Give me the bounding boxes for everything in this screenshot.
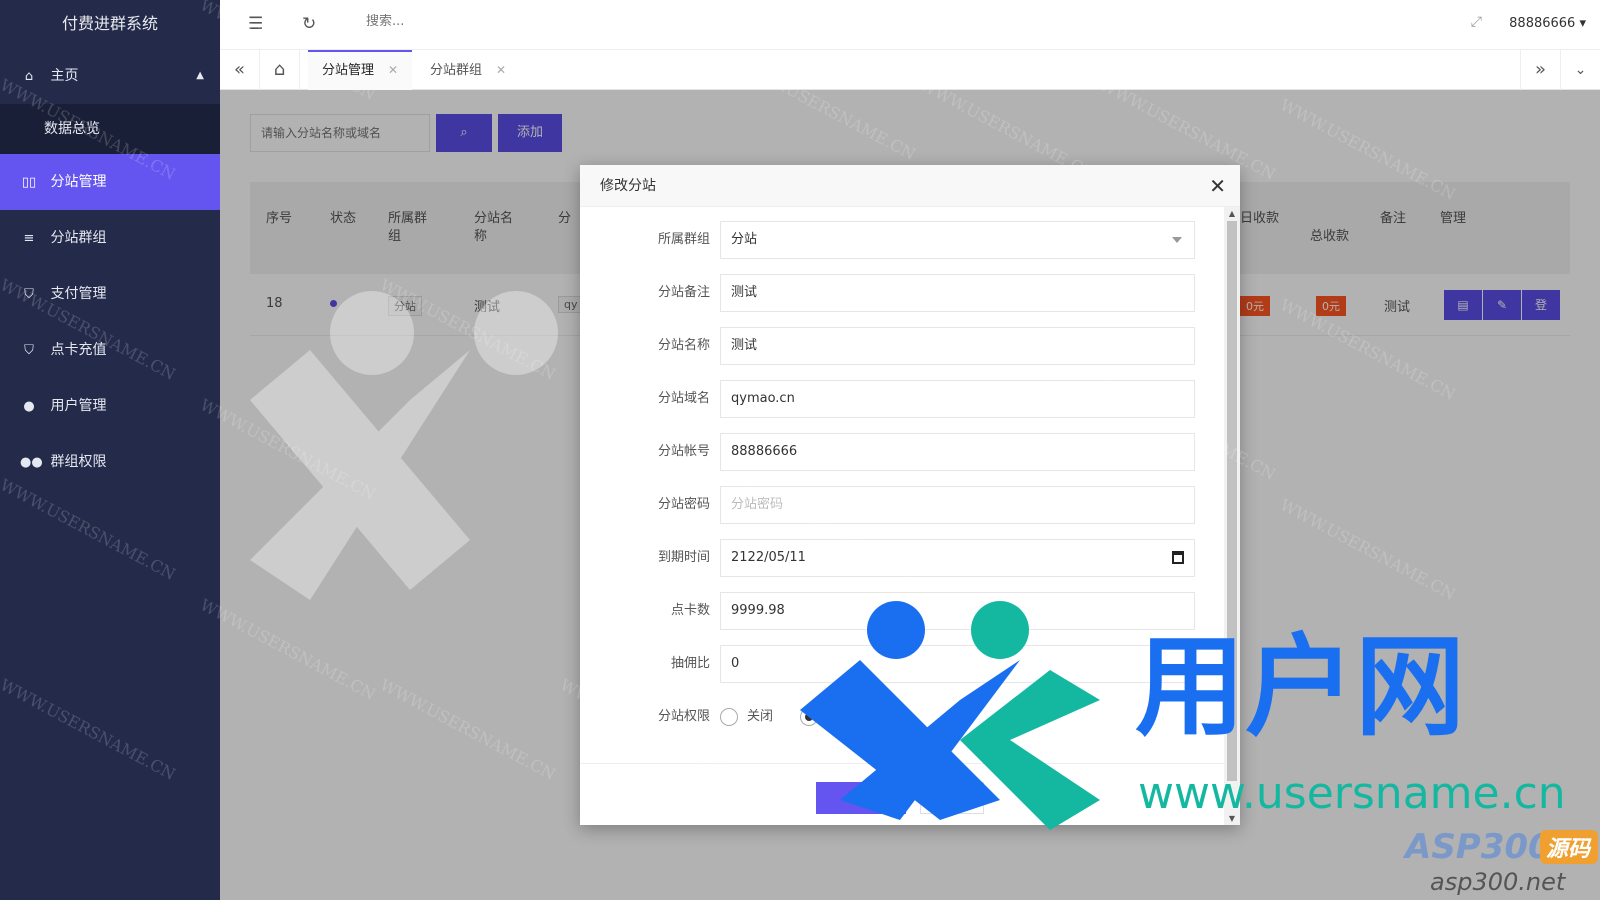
label-points: 点卡数 — [670, 603, 710, 618]
modal-body: 所属群组 分站 分站备注 测试 分站名称 测试 分站域名 qymao.cn 分站… — [580, 207, 1224, 763]
menu-toggle-icon[interactable]: ☰ — [248, 14, 263, 34]
form-row-permission: 分站权限 关闭 开启 — [580, 698, 1220, 736]
app-title: 付费进群系统 — [61, 14, 158, 33]
label-remark: 分站备注 — [657, 285, 710, 300]
label-expiry: 到期时间 — [657, 550, 710, 565]
sidebar-item-label: 分站管理 — [50, 174, 107, 190]
label-group: 所属群组 — [657, 232, 710, 247]
close-icon[interactable]: ✕ — [1209, 165, 1226, 207]
home-tab-icon[interactable]: ⌂ — [260, 50, 300, 90]
permission-off-label[interactable]: 关闭 — [747, 698, 773, 736]
label-domain: 分站域名 — [657, 391, 710, 406]
shield-icon: ⛉ — [24, 287, 34, 302]
tab-bar: « ⌂ 分站管理 ✕ 分站群组 ✕ » ⌄ — [220, 50, 1600, 90]
cancel-button[interactable] — [920, 782, 984, 814]
domain-input[interactable]: qymao.cn — [720, 380, 1195, 418]
modal-header: 修改分站 ✕ — [580, 165, 1240, 207]
user-menu[interactable]: 88886666 ▾ — [1509, 16, 1586, 31]
group-select[interactable]: 分站 — [720, 221, 1195, 259]
sidebar-item-payment[interactable]: ⛉ 支付管理 — [0, 266, 220, 322]
users-icon: ●● — [20, 455, 43, 470]
permission-on-radio[interactable] — [800, 708, 818, 726]
header-search-input[interactable] — [366, 14, 546, 29]
sidebar-item-label: 主页 — [50, 68, 79, 84]
sidebar-item-label: 分站群组 — [50, 230, 107, 246]
scroll-thumb[interactable] — [1227, 221, 1237, 781]
sidebar-item-overview[interactable]: 数据总览 — [0, 104, 220, 154]
scroll-up-icon[interactable]: ▲ — [1224, 209, 1240, 218]
fullscreen-icon[interactable]: ⤢ — [1471, 14, 1482, 30]
select-value: 分站 — [731, 232, 758, 247]
columns-icon: ▯▯ — [21, 175, 37, 190]
close-icon[interactable]: ✕ — [496, 63, 506, 77]
sidebar-item-home[interactable]: ⌂ 主页 ▲ — [0, 48, 220, 104]
form-row-points: 点卡数 9999.98 — [580, 592, 1220, 630]
scroll-down-icon[interactable]: ▼ — [1224, 814, 1240, 823]
calendar-icon[interactable] — [1172, 551, 1184, 564]
form-row-domain: 分站域名 qymao.cn — [580, 380, 1220, 418]
date-value: 2122/05/11 — [731, 550, 806, 565]
list-icon: ≡ — [23, 231, 35, 246]
tab-substation-manage[interactable]: 分站管理 ✕ — [308, 50, 413, 90]
form-row-commission: 抽佣比 0 — [580, 645, 1220, 683]
permission-on-label[interactable]: 开启 — [827, 698, 853, 736]
sidebar-item-label: 数据总览 — [44, 121, 100, 137]
sidebar-item-label: 支付管理 — [50, 286, 107, 302]
form-row-remark: 分站备注 测试 — [580, 274, 1220, 312]
tab-label: 分站群组 — [430, 63, 483, 78]
form-row-account: 分站帐号 88886666 — [580, 433, 1220, 471]
shield-icon: ⛉ — [24, 343, 34, 358]
tab-substation-group[interactable]: 分站群组 ✕ — [416, 50, 520, 90]
sidebar-item-group-permission[interactable]: ●● 群组权限 — [0, 434, 220, 490]
form-row-expiry: 到期时间 2122/05/11 — [580, 539, 1220, 577]
label-permission: 分站权限 — [657, 709, 710, 724]
sidebar-item-card-recharge[interactable]: ⛉ 点卡充值 — [0, 322, 220, 378]
sidebar-item-label: 点卡充值 — [50, 342, 107, 358]
remark-input[interactable]: 测试 — [720, 274, 1195, 312]
label-account: 分站帐号 — [657, 444, 710, 459]
modal-title: 修改分站 — [600, 178, 656, 194]
sidebar-item-substation-manage[interactable]: ▯▯ 分站管理 — [0, 154, 220, 210]
label-password: 分站密码 — [657, 497, 710, 512]
sidebar: 付费进群系统 ⌂ 主页 ▲ 数据总览 ▯▯ 分站管理 ≡ 分站群组 ⛉ 支付管理… — [0, 0, 220, 900]
tabs-scroll-left-icon[interactable]: « — [220, 50, 260, 90]
label-name: 分站名称 — [657, 338, 710, 353]
password-input[interactable]: 分站密码 — [720, 486, 1195, 524]
modal-scrollbar[interactable]: ▲ ▼ — [1224, 207, 1240, 825]
label-commission: 抽佣比 — [670, 656, 710, 671]
form-row-name: 分站名称 测试 — [580, 327, 1220, 365]
tabs-menu-chevron-icon[interactable]: ⌄ — [1560, 50, 1600, 90]
username: 88886666 — [1509, 16, 1576, 31]
form-row-password: 分站密码 分站密码 — [580, 486, 1220, 524]
account-input[interactable]: 88886666 — [720, 433, 1195, 471]
close-icon[interactable]: ✕ — [388, 63, 398, 77]
confirm-button[interactable] — [816, 782, 906, 814]
tabs-scroll-right-icon[interactable]: » — [1520, 50, 1560, 90]
user-icon: ● — [23, 399, 35, 414]
refresh-icon[interactable]: ↻ — [302, 14, 316, 34]
caret-up-icon: ▲ — [196, 70, 204, 81]
commission-input[interactable]: 0 — [720, 645, 1195, 683]
points-input[interactable]: 9999.98 — [720, 592, 1195, 630]
tab-label: 分站管理 — [322, 63, 375, 78]
sidebar-item-label: 群组权限 — [50, 454, 107, 470]
top-header: ☰ ↻ ⤢ 88886666 ▾ — [220, 0, 1600, 50]
permission-off-radio[interactable] — [720, 708, 738, 726]
sidebar-item-substation-group[interactable]: ≡ 分站群组 — [0, 210, 220, 266]
sidebar-item-users[interactable]: ● 用户管理 — [0, 378, 220, 434]
home-icon: ⌂ — [24, 69, 34, 84]
edit-substation-modal: 修改分站 ✕ 所属群组 分站 分站备注 测试 分站名称 测试 分站域名 qyma… — [580, 165, 1240, 825]
modal-footer — [580, 763, 1224, 825]
form-row-group: 所属群组 分站 — [580, 221, 1220, 259]
chevron-down-icon: ▾ — [1579, 16, 1586, 31]
expiry-date-input[interactable]: 2122/05/11 — [720, 539, 1195, 577]
sidebar-item-label: 用户管理 — [50, 398, 107, 414]
name-input[interactable]: 测试 — [720, 327, 1195, 365]
sidebar-submenu: 数据总览 — [0, 104, 220, 154]
chevron-down-icon — [1172, 237, 1182, 243]
